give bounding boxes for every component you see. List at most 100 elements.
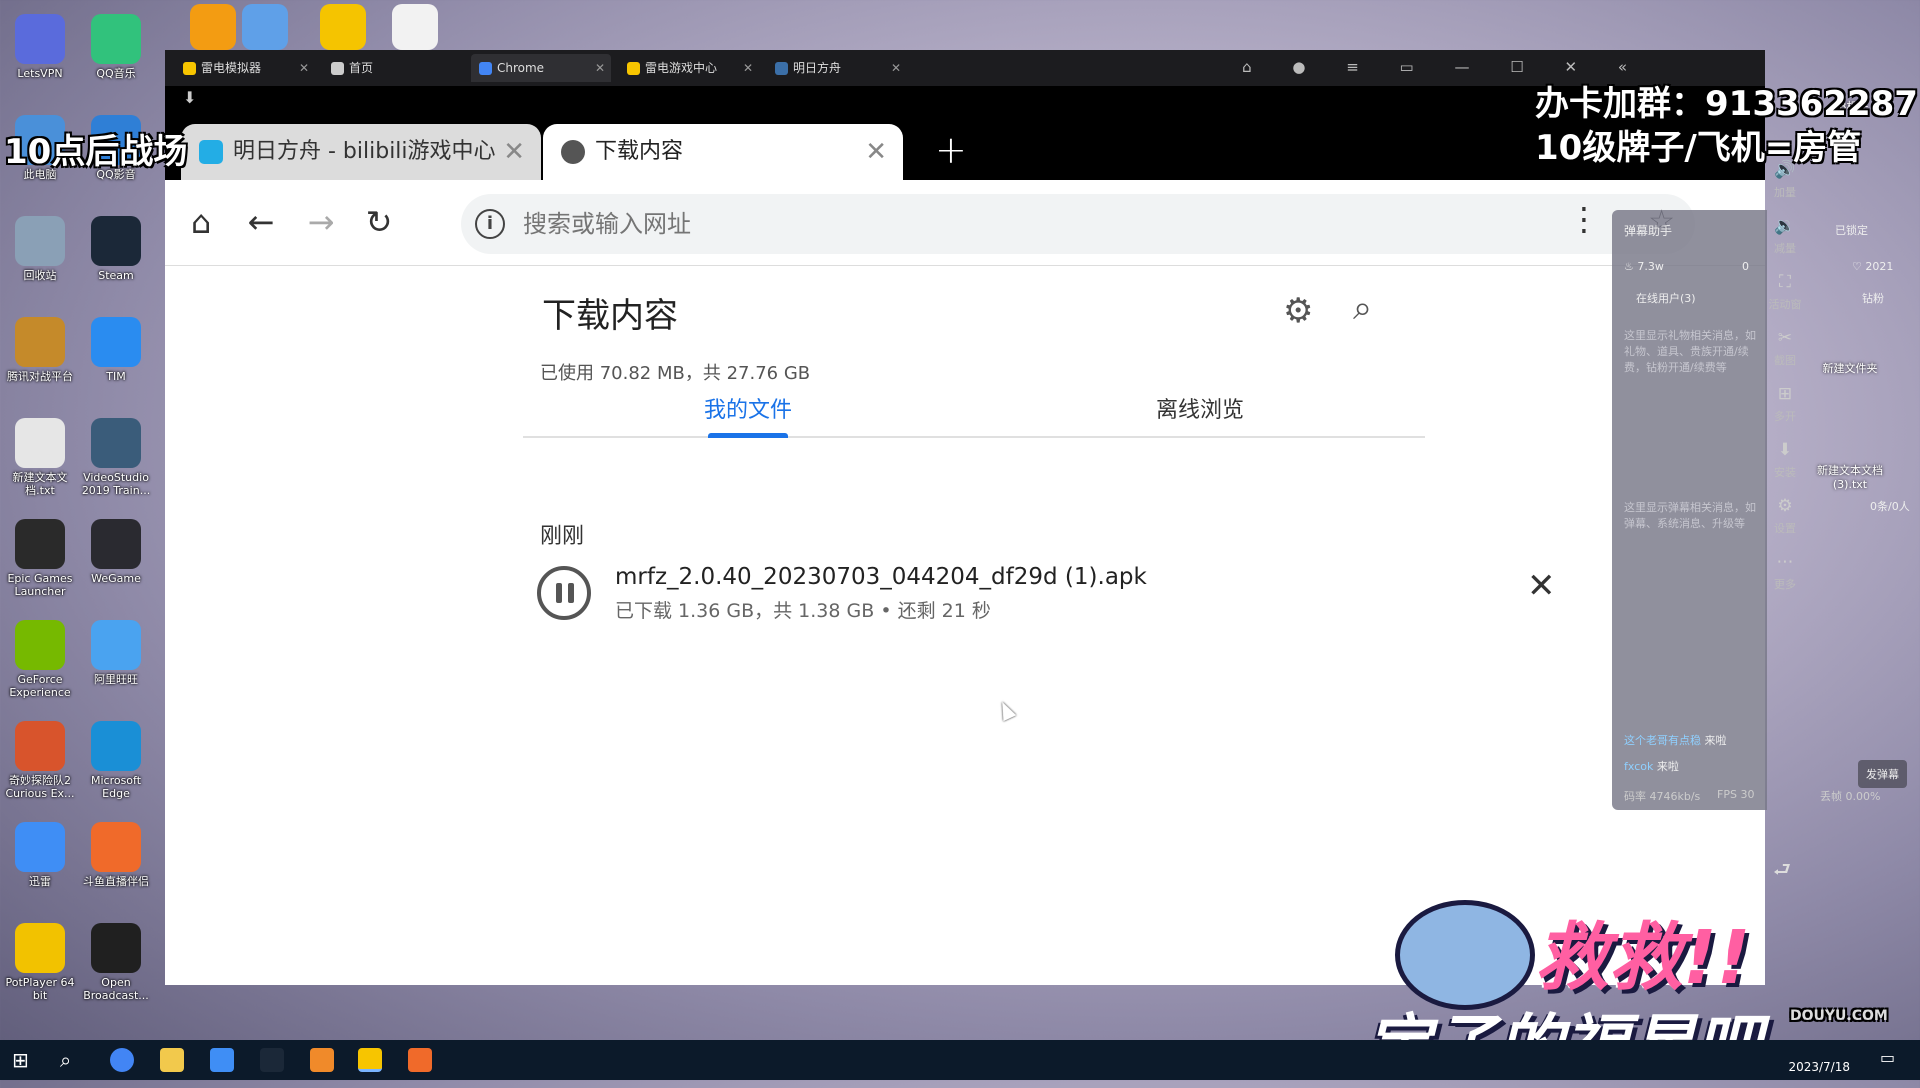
desktop-icon[interactable]: WeGame <box>76 515 156 610</box>
desktop-icon-label: Microsoft Edge <box>90 774 142 800</box>
desktop-icon[interactable]: Epic Games Launcher <box>0 515 80 610</box>
desktop-icon[interactable]: GeForce Experience <box>0 616 80 711</box>
tool-button[interactable]: 🔉 减量 <box>1765 216 1805 272</box>
back-button[interactable]: ← <box>239 200 283 244</box>
tool-button[interactable]: ✂ 截图 <box>1765 328 1805 384</box>
desktop-icon[interactable]: VideoStudio 2019 Train... <box>76 414 156 509</box>
desktop-icon-label: VideoStudio 2019 Train... <box>81 471 151 497</box>
thunder-icon[interactable] <box>210 1048 234 1072</box>
tool-button[interactable]: ⊞ 多开 <box>1765 384 1805 440</box>
tab-my-files[interactable]: 我的文件 <box>523 386 973 438</box>
app-icon[interactable] <box>310 1048 334 1072</box>
desktop-top-icon[interactable] <box>242 4 288 50</box>
home-button[interactable]: ⌂ <box>179 200 223 244</box>
new-tab-button[interactable]: + <box>935 128 967 172</box>
desktop-icon[interactable]: 新建文件夹 <box>1800 360 1900 376</box>
emulator-tab-label: 明日方舟 <box>793 61 842 75</box>
desktop-icon[interactable]: TIM <box>76 313 156 408</box>
desktop-icon[interactable]: Microsoft Edge <box>76 717 156 812</box>
more-menu-button[interactable]: ⋮ <box>1568 200 1600 238</box>
desktop-icon[interactable]: 斗鱼直播伴侣 <box>76 818 156 913</box>
danmaku-title: 弹幕助手 <box>1624 224 1673 238</box>
desktop-icon[interactable]: 回收站 <box>0 212 80 307</box>
settings-gear-icon[interactable]: ⚙ <box>1283 291 1313 331</box>
tab-bilibili[interactable]: 明日方舟 - bilibili游戏中心 ✕ <box>181 124 541 180</box>
notification-icon[interactable]: ▭ <box>1880 1048 1904 1072</box>
close-tab-icon[interactable]: ✕ <box>891 54 901 82</box>
chrome-browser: 明日方舟 - bilibili游戏中心 ✕ 下载内容 ✕ + ⌂ ← → ↻ i… <box>165 118 1765 985</box>
send-danmaku-button[interactable]: 发弹幕 <box>1858 760 1907 788</box>
desktop-icon[interactable]: Steam <box>76 212 156 307</box>
search-icon[interactable]: ⌕ <box>60 1048 84 1072</box>
emulator-tab[interactable]: 首页 <box>323 54 463 82</box>
tab-downloads[interactable]: 下载内容 ✕ <box>543 124 903 180</box>
forward-button[interactable]: → <box>299 200 343 244</box>
desktop-icon[interactable]: 阿里旺旺 <box>76 616 156 711</box>
emulator-window-controls[interactable]: ⌂ ● ≡ ▭ — ☐ ✕ « <box>1242 58 1645 76</box>
desktop-icon-label: 阿里旺旺 <box>94 673 138 686</box>
desktop-icon-label: 回收站 <box>23 269 57 282</box>
desktop-icon[interactable]: 新建文本文档 (3).txt <box>1800 462 1900 491</box>
desktop-icon-label: 迅雷 <box>29 875 51 888</box>
omnibox[interactable]: i ☆ <box>461 194 1695 254</box>
search-icon[interactable]: ⌕ <box>1353 288 1372 328</box>
desktop-icon[interactable]: PotPlayer 64 bit <box>0 919 80 1014</box>
desktop-icon-label: Steam <box>98 269 134 282</box>
app-icon <box>15 620 65 670</box>
tool-button[interactable]: ⬇ 安装 <box>1765 440 1805 496</box>
desktop-icon[interactable]: 新建文本文档.txt <box>0 414 80 509</box>
address-input[interactable] <box>521 204 1421 244</box>
close-tab-icon[interactable]: ✕ <box>503 124 525 180</box>
tool-button[interactable]: ⛶ 活动窗 <box>1765 272 1805 328</box>
tool-label: 安装 <box>1774 466 1796 479</box>
desktop-icon-label: GeForce Experience <box>9 673 71 699</box>
ldplayer-icon[interactable] <box>358 1048 382 1072</box>
cancel-download-icon[interactable]: ✕ <box>1527 566 1556 606</box>
pause-icon[interactable] <box>537 566 591 620</box>
tool-label: 活动窗 <box>1768 298 1802 311</box>
online-users[interactable]: 在线用户(3) <box>1636 290 1696 306</box>
desktop-icon-label: 奇妙探险队2 Curious Ex... <box>5 774 75 800</box>
emulator-tab[interactable]: Chrome ✕ <box>471 54 611 82</box>
desktop-icon[interactable]: 迅雷 <box>0 818 80 913</box>
tab-app-icon <box>183 62 196 75</box>
close-tab-icon[interactable]: ✕ <box>299 54 309 82</box>
file-explorer-icon[interactable] <box>160 1048 184 1072</box>
desktop-top-icon[interactable] <box>190 4 236 50</box>
bilibili-icon <box>199 140 223 164</box>
lock-status[interactable]: 已锁定 <box>1835 222 1868 238</box>
desktop-icon[interactable]: LetsVPN <box>0 10 80 105</box>
emulator-tab-label: Chrome <box>497 61 545 75</box>
douyu-icon[interactable] <box>408 1048 432 1072</box>
desktop-icon[interactable]: Open Broadcast... <box>76 919 156 1014</box>
app-icon <box>15 418 65 468</box>
info-icon[interactable]: i <box>475 209 505 239</box>
frame-drop: 丢帧 0.00% <box>1820 790 1881 803</box>
desktop-icon[interactable]: 腾讯对战平台 <box>0 313 80 408</box>
start-icon[interactable]: ⊞ <box>12 1048 36 1072</box>
chrome-icon[interactable] <box>110 1048 134 1072</box>
taskbar-date: 2023/7/18 <box>1788 1060 1850 1074</box>
close-tab-icon[interactable]: ✕ <box>865 124 887 180</box>
steam-icon[interactable] <box>260 1048 284 1072</box>
tool-button[interactable]: ⚙ 设置 <box>1765 496 1805 552</box>
emulator-tab[interactable]: 雷电模拟器 ✕ <box>175 54 315 82</box>
app-icon <box>15 822 65 872</box>
tool-icon: 🔉 <box>1774 216 1796 236</box>
desktop-icon[interactable]: QQ音乐 <box>76 10 156 105</box>
fps: FPS 30 <box>1717 788 1755 801</box>
desktop-top-icon[interactable] <box>320 4 366 50</box>
emulator-tab[interactable]: 雷电游戏中心 ✕ <box>619 54 759 82</box>
emulator-tab[interactable]: 明日方舟 ✕ <box>767 54 907 82</box>
desktop-top-icon[interactable] <box>392 4 438 50</box>
tab-app-icon <box>627 62 640 75</box>
tab-offline-pages[interactable]: 离线浏览 <box>975 386 1425 436</box>
danmaku-message: fxcok 来啦 <box>1624 758 1679 774</box>
close-tab-icon[interactable]: ✕ <box>595 54 605 82</box>
reload-button[interactable]: ↻ <box>357 200 401 244</box>
emulator-tab-label: 雷电模拟器 <box>201 61 262 75</box>
close-tab-icon[interactable]: ✕ <box>743 54 753 82</box>
desktop-icon[interactable]: 奇妙探险队2 Curious Ex... <box>0 717 80 812</box>
tool-button[interactable]: ⋯ 更多 <box>1765 552 1805 608</box>
download-item[interactable]: mrfz_2.0.40_20230703_044204_df29d (1).ap… <box>537 558 1556 628</box>
